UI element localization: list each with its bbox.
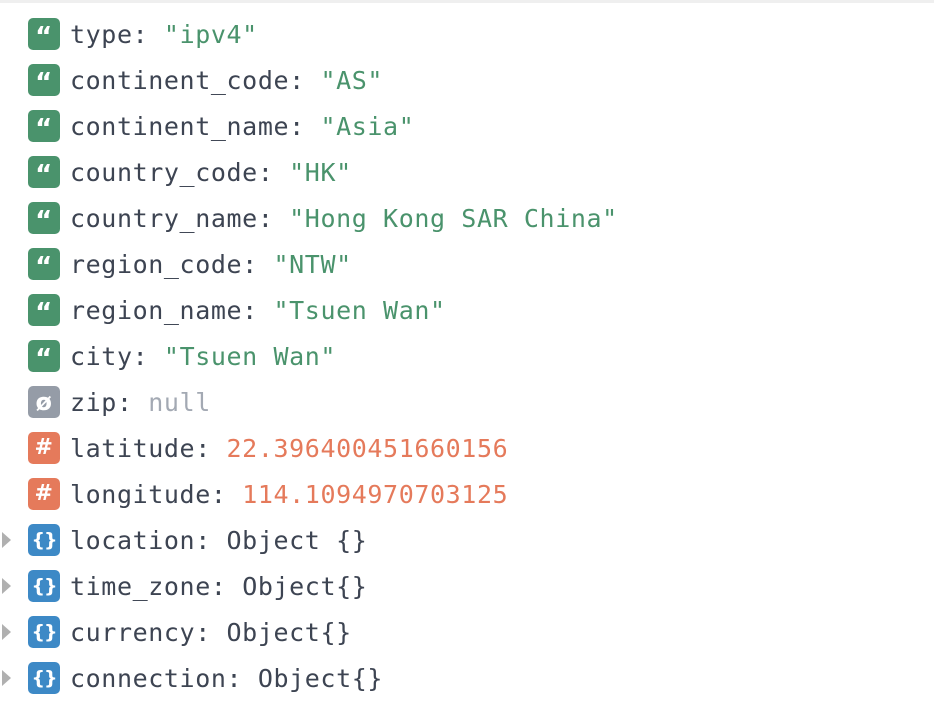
- string-type-icon: “: [28, 340, 60, 372]
- json-row-longitude: # longitude: 114.1094970703125: [0, 471, 934, 517]
- json-key: country_code: [70, 157, 258, 187]
- expand-arrow-icon[interactable]: [2, 578, 11, 594]
- json-row-region-code: “ region_code: "NTW": [0, 241, 934, 287]
- json-row-currency[interactable]: {} currency: Object{}: [0, 609, 934, 655]
- string-type-icon: “: [28, 64, 60, 96]
- string-type-icon: “: [28, 156, 60, 188]
- json-row-continent-code: “ continent_code: "AS": [0, 57, 934, 103]
- json-key: region_code: [70, 249, 243, 279]
- json-key: latitude: [70, 433, 196, 463]
- json-row-continent-name: “ continent_name: "Asia": [0, 103, 934, 149]
- json-value: Object{}: [257, 663, 384, 693]
- json-value: Object{}: [226, 617, 352, 647]
- top-divider: [0, 0, 934, 3]
- object-type-icon: {}: [28, 616, 60, 648]
- string-type-icon: “: [28, 294, 60, 326]
- json-row-type: “ type: "ipv4": [0, 11, 934, 57]
- json-value: "HK": [289, 157, 352, 187]
- json-value: 114.1094970703125: [242, 479, 509, 509]
- json-key: time_zone: [70, 571, 211, 601]
- object-type-icon: {}: [28, 570, 60, 602]
- json-row-country-code: “ country_code: "HK": [0, 149, 934, 195]
- number-type-icon: #: [28, 432, 60, 464]
- json-row-region-name: “ region_name: "Tsuen Wan": [0, 287, 934, 333]
- json-key: continent_code: [70, 65, 290, 95]
- string-type-icon: “: [28, 248, 60, 280]
- json-key: currency: [70, 617, 196, 647]
- json-key: zip: [70, 387, 117, 417]
- json-key: region_name: [70, 295, 243, 325]
- json-value: "Asia": [320, 111, 415, 141]
- json-row-location[interactable]: {} location: Object {}: [0, 517, 934, 563]
- json-key: continent_name: [70, 111, 290, 141]
- json-value: Object {}: [226, 525, 368, 555]
- json-value: "AS": [320, 65, 384, 95]
- json-row-country-name: “ country_name: "Hong Kong SAR China": [0, 195, 934, 241]
- json-value: Object{}: [242, 571, 368, 601]
- json-tree-viewer: “ type: "ipv4" “ continent_code: "AS" “ …: [0, 11, 934, 701]
- string-type-icon: “: [28, 18, 60, 50]
- string-type-icon: “: [28, 202, 60, 234]
- json-key: country_name: [70, 203, 258, 233]
- json-row-time-zone[interactable]: {} time_zone: Object{}: [0, 563, 934, 609]
- object-type-icon: {}: [28, 662, 60, 694]
- expand-arrow-icon[interactable]: [2, 624, 11, 640]
- json-key: type: [70, 19, 133, 49]
- json-value: "Tsuen Wan": [163, 341, 337, 371]
- expand-arrow-icon[interactable]: [2, 532, 11, 548]
- object-type-icon: {}: [28, 524, 60, 556]
- json-value: null: [148, 387, 211, 417]
- string-type-icon: “: [28, 110, 60, 142]
- json-key: location: [70, 525, 196, 555]
- expand-arrow-icon[interactable]: [2, 670, 11, 686]
- json-value: "ipv4": [163, 19, 258, 49]
- null-type-icon: ø: [28, 386, 60, 418]
- json-key: connection: [70, 663, 227, 693]
- json-value: "Hong Kong SAR China": [289, 203, 618, 233]
- json-value: "NTW": [273, 249, 352, 279]
- json-row-city: “ city: "Tsuen Wan": [0, 333, 934, 379]
- json-key: city: [70, 341, 133, 371]
- number-type-icon: #: [28, 478, 60, 510]
- json-value: "Tsuen Wan": [273, 295, 446, 325]
- json-value: 22.396400451660156: [226, 433, 509, 463]
- json-row-zip: ø zip: null: [0, 379, 934, 425]
- json-row-connection[interactable]: {} connection: Object{}: [0, 655, 934, 701]
- json-row-latitude: # latitude: 22.396400451660156: [0, 425, 934, 471]
- json-key: longitude: [70, 479, 211, 509]
